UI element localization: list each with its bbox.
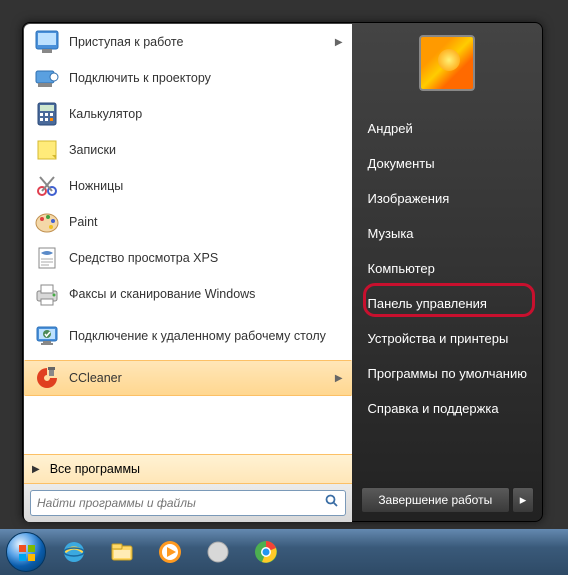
right-link-user[interactable]: Андрей <box>353 111 542 146</box>
program-label: Ножницы <box>69 179 123 193</box>
program-label: Записки <box>69 143 116 157</box>
snipping-tool-icon <box>33 172 61 200</box>
link-label: Андрей <box>368 121 413 136</box>
sticky-notes-icon <box>33 136 61 164</box>
app-icon <box>204 538 232 566</box>
program-fax-scan[interactable]: Факсы и сканирование Windows <box>24 276 352 312</box>
taskbar <box>0 529 568 575</box>
shutdown-options-button[interactable]: ▸ <box>512 487 534 513</box>
program-paint[interactable]: Paint <box>24 204 352 240</box>
ccleaner-icon <box>33 364 61 392</box>
right-link-default-programs[interactable]: Программы по умолчанию <box>353 356 542 391</box>
fax-scan-icon <box>33 280 61 308</box>
start-menu-left-pane: Приступая к работе ▶ Подключить к проект… <box>24 24 352 522</box>
link-label: Программы по умолчанию <box>368 366 527 381</box>
search-box[interactable] <box>30 490 346 516</box>
program-snipping-tool[interactable]: Ножницы <box>24 168 352 204</box>
start-menu: Приступая к работе ▶ Подключить к проект… <box>22 22 543 522</box>
taskbar-media-player[interactable] <box>150 536 190 568</box>
program-label: Подключить к проектору <box>69 71 211 85</box>
start-menu-right-pane: Андрей Документы Изображения Музыка Комп… <box>353 23 542 521</box>
search-input[interactable] <box>37 496 325 510</box>
program-remote-desktop[interactable]: Подключение к удаленному рабочему столу <box>24 312 352 360</box>
triangle-icon: ▶ <box>32 464 40 475</box>
program-calculator[interactable]: Калькулятор <box>24 96 352 132</box>
program-label: CCleaner <box>69 371 122 385</box>
program-label: Подключение к удаленному рабочему столу <box>69 329 326 344</box>
program-label: Факсы и сканирование Windows <box>69 287 255 301</box>
right-link-control-panel[interactable]: Панель управления <box>353 286 542 321</box>
all-programs-label: Все программы <box>50 462 140 476</box>
windows-logo-icon <box>18 544 36 562</box>
link-label: Музыка <box>368 226 414 241</box>
right-link-documents[interactable]: Документы <box>353 146 542 181</box>
shutdown-area: Завершение работы ▸ <box>353 479 542 521</box>
chrome-icon <box>252 538 280 566</box>
media-player-icon <box>156 538 184 566</box>
internet-explorer-icon <box>60 538 88 566</box>
file-explorer-icon <box>108 538 136 566</box>
taskbar-chrome[interactable] <box>246 536 286 568</box>
program-label: Paint <box>69 215 98 229</box>
paint-icon <box>33 208 61 236</box>
taskbar-app[interactable] <box>198 536 238 568</box>
link-label: Документы <box>368 156 435 171</box>
program-label: Калькулятор <box>69 107 142 121</box>
submenu-arrow-icon: ▶ <box>335 37 343 48</box>
program-label: Средство просмотра XPS <box>69 251 218 265</box>
program-projector[interactable]: Подключить к проектору <box>24 60 352 96</box>
right-link-devices[interactable]: Устройства и принтеры <box>353 321 542 356</box>
right-link-computer[interactable]: Компьютер <box>353 251 542 286</box>
right-link-help[interactable]: Справка и поддержка <box>353 391 542 426</box>
taskbar-explorer[interactable] <box>102 536 142 568</box>
taskbar-ie[interactable] <box>54 536 94 568</box>
program-xps-viewer[interactable]: Средство просмотра XPS <box>24 240 352 276</box>
xps-viewer-icon <box>33 244 61 272</box>
remote-desktop-icon <box>33 322 61 350</box>
program-label: Приступая к работе <box>69 35 183 49</box>
link-label: Компьютер <box>368 261 435 276</box>
shutdown-button[interactable]: Завершение работы <box>361 487 510 513</box>
right-link-music[interactable]: Музыка <box>353 216 542 251</box>
right-link-pictures[interactable]: Изображения <box>353 181 542 216</box>
link-label: Панель управления <box>368 296 487 311</box>
calculator-icon <box>33 100 61 128</box>
link-label: Устройства и принтеры <box>368 331 509 346</box>
shutdown-label: Завершение работы <box>378 493 492 507</box>
search-icon <box>325 494 339 513</box>
link-label: Справка и поддержка <box>368 401 499 416</box>
link-label: Изображения <box>368 191 450 206</box>
start-button[interactable] <box>6 532 46 572</box>
submenu-arrow-icon: ▶ <box>335 373 343 384</box>
triangle-icon: ▸ <box>520 492 527 508</box>
program-getting-started[interactable]: Приступая к работе ▶ <box>24 24 352 60</box>
program-ccleaner[interactable]: CCleaner ▶ <box>24 360 352 396</box>
search-area <box>24 484 352 522</box>
projector-icon <box>33 64 61 92</box>
all-programs-button[interactable]: ▶ Все программы <box>24 454 352 484</box>
programs-list: Приступая к работе ▶ Подключить к проект… <box>24 24 352 454</box>
program-sticky-notes[interactable]: Записки <box>24 132 352 168</box>
user-avatar[interactable] <box>419 35 475 91</box>
getting-started-icon <box>33 28 61 56</box>
